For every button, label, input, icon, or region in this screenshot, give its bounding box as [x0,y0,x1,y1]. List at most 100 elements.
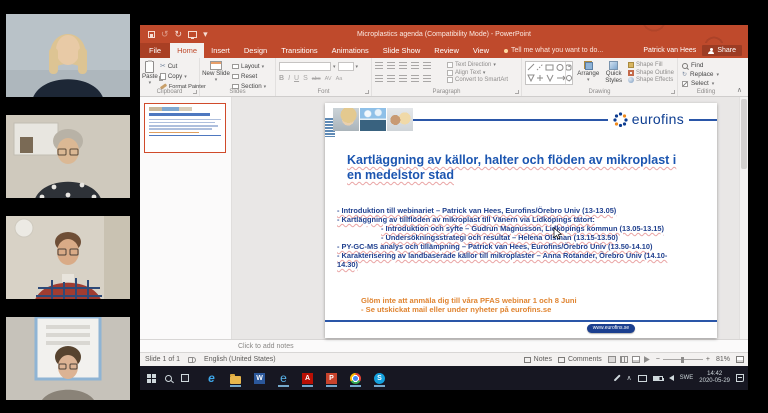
text-shadow-button[interactable]: S [303,75,308,82]
file-explorer-icon[interactable] [229,370,242,386]
action-center-icon[interactable] [736,374,744,382]
tab-insert[interactable]: Insert [204,43,237,58]
align-center-icon[interactable] [387,75,395,82]
text-direction-button[interactable]: Text Direction ▾ [447,62,508,68]
edge-icon[interactable]: e [205,370,218,386]
shape-fill-button[interactable]: Shape Fill [628,62,674,68]
battery-icon[interactable] [653,376,663,381]
vertical-scrollbar[interactable] [739,97,748,339]
share-button[interactable]: Share [702,45,742,56]
skype-icon[interactable]: S [373,370,386,386]
start-slideshow-icon[interactable] [188,31,197,38]
increase-indent-icon[interactable] [411,62,419,69]
participant-video-3[interactable] [6,212,130,303]
tab-review[interactable]: Review [427,43,466,58]
normal-view-button[interactable] [608,356,616,363]
notes-toggle[interactable]: Notes [524,356,552,363]
scrollbar-thumb[interactable] [741,99,747,169]
tray-chevron-up-icon[interactable]: ∧ [627,375,632,382]
qat-customize-caret-icon[interactable]: ▾ [203,30,208,39]
powerpoint-icon[interactable]: P [325,370,338,386]
convert-smartart-button[interactable]: Convert to SmartArt [447,77,508,83]
task-view-icon[interactable] [181,374,189,382]
spellcheck-icon[interactable] [188,357,196,363]
tab-design[interactable]: Design [237,43,274,58]
tab-animations[interactable]: Animations [325,43,376,58]
search-icon[interactable] [165,375,172,382]
align-right-icon[interactable] [399,75,407,82]
shapes-gallery-scrollbar[interactable]: ▴ ▾ [565,62,572,84]
columns-icon[interactable] [423,75,431,82]
save-icon[interactable] [148,31,155,38]
slideshow-view-button[interactable] [644,356,650,363]
notes-pane[interactable]: Click to add notes [140,339,748,352]
font-size-caret-icon[interactable]: ▾ [356,64,359,70]
slide[interactable]: eurofins Kartläggning av källor, halter … [325,103,717,338]
replace-button[interactable]: ↻ Replace ▾ [682,71,730,78]
slide-agenda[interactable]: - Introduktion till webinariet – Patrick… [337,206,681,269]
numbering-icon[interactable] [387,62,395,69]
zoom-slider-knob[interactable] [681,357,684,363]
chrome-icon[interactable] [349,370,362,386]
drawing-dialog-launcher-icon[interactable] [671,90,675,94]
align-left-icon[interactable] [375,75,383,82]
font-name-caret-icon[interactable]: ▾ [333,64,336,70]
reset-button[interactable]: Reset [232,72,266,81]
participant-video-1[interactable] [6,10,130,101]
change-case-button[interactable]: Aa [336,76,343,82]
font-size-input[interactable] [338,62,354,71]
pfas-reminder[interactable]: Glöm inte att anmäla dig till våra PFAS … [361,296,577,314]
paragraph-dialog-launcher-icon[interactable] [515,90,519,94]
shapes-gallery[interactable]: ▴ ▾ [525,61,573,85]
account-menu[interactable]: Patrick van Hees [643,47,696,54]
tab-file[interactable]: File [140,43,170,58]
layout-button[interactable]: Layout ▾ [232,62,266,71]
participant-video-4[interactable] [6,313,130,404]
bullets-icon[interactable] [375,62,383,69]
internet-explorer-icon[interactable]: e [277,370,290,386]
bold-button[interactable]: B [279,75,284,82]
pen-icon[interactable] [613,375,620,382]
clock[interactable]: 14:42 2020-05-29 [699,371,730,385]
italic-button[interactable]: I [288,75,290,82]
slide-title[interactable]: Kartläggning av källor, halter och flöde… [347,153,677,183]
justify-icon[interactable] [411,75,419,82]
tell-me-box[interactable]: Tell me what you want to do... [504,43,603,58]
decrease-indent-icon[interactable] [399,62,407,69]
font-dialog-launcher-icon[interactable] [365,90,369,94]
volume-icon[interactable] [669,375,674,381]
font-name-input[interactable] [279,62,331,71]
find-button[interactable]: Find [682,62,730,69]
underline-button[interactable]: U [294,75,299,82]
tab-home[interactable]: Home [170,43,204,58]
reading-view-button[interactable] [632,356,640,363]
undo-icon[interactable]: ↺ [161,30,169,39]
zoom-out-button[interactable]: − [656,356,660,363]
slide-thumbnail-1[interactable] [144,103,226,153]
participant-video-2[interactable] [6,111,130,202]
start-button[interactable] [147,374,156,383]
zoom-level[interactable]: 81% [716,356,730,363]
copy-button[interactable]: Copy ▾ [160,72,206,81]
clipboard-dialog-launcher-icon[interactable] [193,90,197,94]
shape-outline-button[interactable]: Shape Outline [628,70,674,76]
fit-slide-to-window-icon[interactable] [736,356,744,363]
line-spacing-icon[interactable] [423,62,431,69]
language-status[interactable]: English (United States) [204,356,276,363]
strikethrough-button[interactable]: abc [312,76,321,82]
word-icon[interactable]: W [253,370,266,386]
slide-sorter-view-button[interactable] [620,356,628,363]
collapse-ribbon-icon[interactable]: ∧ [737,86,742,94]
language-indicator[interactable]: SWE [680,375,694,381]
acrobat-icon[interactable]: A [301,370,314,386]
tab-slide-show[interactable]: Slide Show [376,43,428,58]
tab-transitions[interactable]: Transitions [274,43,324,58]
display-icon[interactable] [638,375,647,382]
zoom-in-button[interactable]: + [706,356,710,363]
align-text-button[interactable]: Align Text ▾ [447,70,508,76]
shape-effects-button[interactable]: Shape Effects [628,77,674,83]
tab-view[interactable]: View [466,43,496,58]
zoom-slider[interactable] [663,359,703,360]
character-spacing-button[interactable]: AV [325,76,332,82]
comments-toggle[interactable]: Comments [558,356,602,363]
